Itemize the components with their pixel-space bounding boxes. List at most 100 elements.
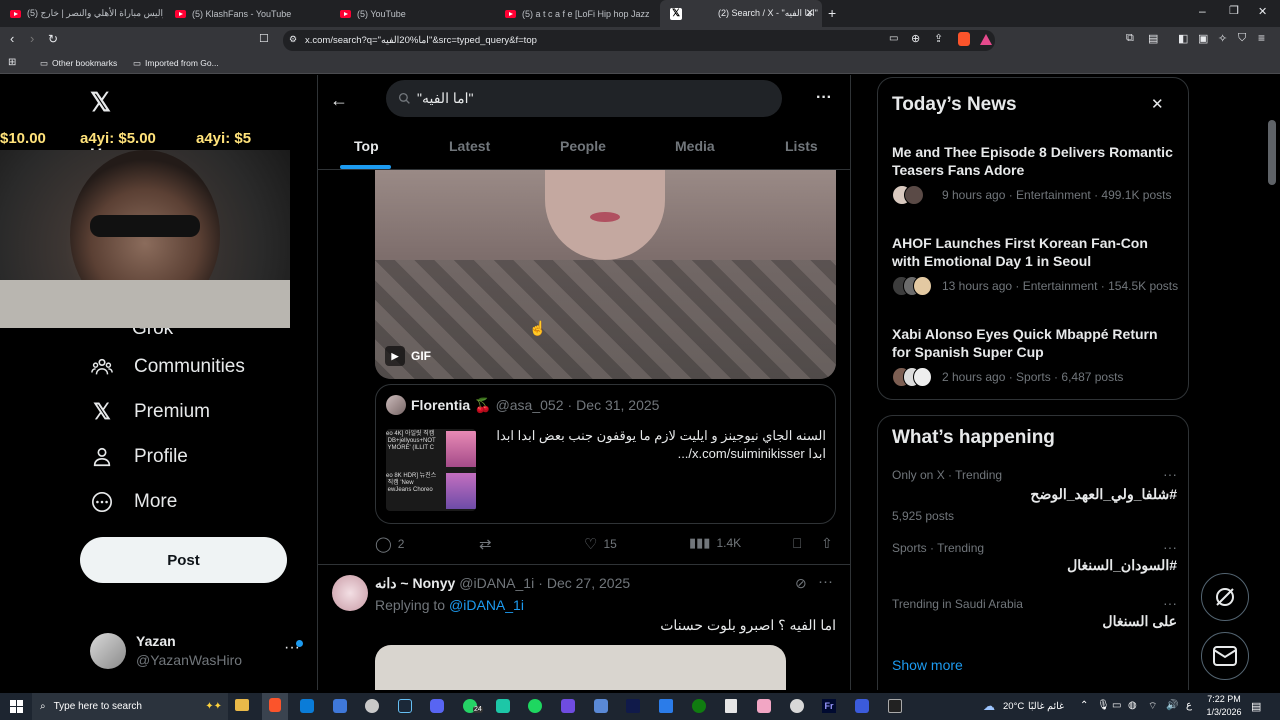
tab-search-icon[interactable]: ▤ [1148, 32, 1158, 45]
tab-latest[interactable]: Latest [449, 138, 490, 154]
trend-more-icon[interactable]: ··· [1163, 539, 1177, 555]
sidebar-item-communities[interactable]: Communities [90, 355, 245, 379]
app-icon[interactable] [855, 699, 869, 713]
brave-rewards-icon[interactable] [980, 34, 992, 45]
app-icon[interactable] [561, 699, 575, 713]
clock-date[interactable]: 1/3/2026 [1203, 707, 1245, 717]
tweet-author-name[interactable]: دانه ~ Nonyy [375, 575, 455, 592]
tab-media[interactable]: Media [675, 138, 715, 154]
vpn-icon[interactable]: ⛉ [1238, 32, 1246, 45]
xbox-icon[interactable] [692, 699, 706, 713]
views-button[interactable]: ▮▮▮ 1.4K [689, 535, 741, 551]
app-icon[interactable] [790, 699, 804, 713]
forward-icon[interactable]: › [30, 31, 34, 46]
leo-ai-icon[interactable]: ✧ [1218, 32, 1227, 45]
close-window-icon[interactable]: ✕ [1258, 5, 1267, 18]
app-tray-icon[interactable]: ◍ [1128, 700, 1137, 711]
cast-icon[interactable]: ▭ [889, 33, 898, 44]
trend-item[interactable]: Sports · Trending ··· #السودان_السنغال [892, 539, 1177, 574]
reply-button[interactable]: ◯ 2 [375, 535, 404, 553]
app-icon[interactable] [333, 699, 347, 713]
browser-tab[interactable]: (5) YouTube [330, 0, 493, 27]
minimize-icon[interactable]: – [1199, 4, 1206, 18]
messages-float-button[interactable] [1201, 632, 1249, 680]
app-icon[interactable] [594, 699, 608, 713]
sidebar-item-more[interactable]: More [90, 490, 177, 514]
trend-item[interactable]: Only on X · Trending ··· #شلفا_ولي_العهد… [892, 466, 1177, 523]
page-scrollbar[interactable] [1268, 120, 1276, 185]
browser-tab-active[interactable]: 𝕏 (2) Search / X - "اما الفيه" ✕ [660, 0, 822, 27]
volume-icon[interactable]: 🔊 [1166, 700, 1178, 711]
network-icon[interactable]: ▭ [1112, 700, 1121, 711]
quote-thumbnail[interactable]: eo 4K] 아일릿 직캠 DB+jellyous+NOT YMORE' (IL… [386, 429, 476, 511]
close-tab-icon[interactable]: ✕ [806, 8, 814, 19]
back-arrow-icon[interactable]: ← [330, 90, 348, 111]
retweet-icon[interactable]: ⇄ [479, 535, 492, 553]
app-icon[interactable] [365, 699, 379, 713]
share-icon[interactable]: ⇪ [934, 32, 943, 45]
quote-tweet[interactable]: Florentia 🍒 @asa_052 · Dec 31, 2025 eo 4… [375, 384, 836, 524]
bookmark-other[interactable]: ▭ Other bookmarks [40, 58, 117, 69]
fresco-icon[interactable]: Fr [822, 699, 836, 713]
browser-tab[interactable]: (5) كواليس مباراة الأهلي والنصر | خارج [0, 0, 163, 27]
discord-icon[interactable] [430, 699, 444, 713]
tab-top[interactable]: Top [354, 138, 379, 154]
wallet-icon[interactable]: ▣ [1198, 32, 1208, 45]
file-explorer-icon[interactable] [235, 699, 249, 711]
close-news-icon[interactable]: ✕ [1151, 95, 1164, 113]
x-logo[interactable]: 𝕏 [90, 87, 111, 118]
sidebar-item-profile[interactable]: Profile [90, 445, 188, 469]
store-icon[interactable] [300, 699, 314, 713]
site-info-icon[interactable]: ⚙ [289, 34, 297, 45]
post-button[interactable]: Post [80, 537, 287, 583]
app-icon[interactable] [626, 699, 640, 713]
app-icon[interactable] [888, 699, 902, 713]
new-tab-icon[interactable]: + [828, 5, 836, 21]
news-item[interactable]: Me and Thee Episode 8 Delivers Romantic … [892, 143, 1177, 205]
sidebar-icon[interactable]: ◧ [1178, 32, 1188, 45]
back-icon[interactable]: ‹ [10, 31, 14, 46]
mic-icon[interactable]: 🎙 [1097, 700, 1110, 711]
weather-temp[interactable]: 20°C [1003, 701, 1024, 712]
like-button[interactable]: ♡ 15 [584, 535, 617, 553]
windows-start-icon[interactable] [10, 700, 23, 713]
notification-center-icon[interactable]: ▤ [1251, 700, 1261, 713]
taskbar-search[interactable]: ⌕ Type here to search ✦✦ [32, 693, 228, 720]
trend-more-icon[interactable]: ··· [1163, 595, 1177, 611]
grok-icon[interactable]: ⊘ [795, 575, 807, 592]
wifi-icon[interactable]: ⌔ [1148, 700, 1157, 713]
extensions-icon[interactable]: ⧉ [1126, 32, 1134, 45]
tray-chevron-icon[interactable]: ⌃ [1080, 700, 1088, 711]
taskbar-active-app[interactable] [262, 693, 288, 720]
reload-icon[interactable]: ↻ [48, 32, 58, 46]
language-indicator[interactable]: ع [1186, 700, 1192, 711]
news-item[interactable]: AHOF Launches First Korean Fan-Con with … [892, 234, 1178, 296]
share-icon[interactable]: ⇧ [821, 535, 833, 552]
bookmark-icon[interactable]: ⎕ [793, 535, 801, 552]
gif-badge[interactable]: ▶ GIF [385, 346, 431, 366]
tweet-more-icon[interactable]: ··· [818, 573, 833, 590]
show-more-link[interactable]: Show more [892, 657, 963, 673]
notepad-icon[interactable] [725, 699, 737, 713]
grok-float-button[interactable] [1201, 573, 1249, 621]
tab-lists[interactable]: Lists [785, 138, 818, 154]
tweet-image[interactable] [375, 645, 786, 690]
search-options-icon[interactable]: ··· [816, 89, 832, 107]
spotify-icon[interactable] [528, 699, 542, 713]
brave-shield-icon[interactable] [958, 32, 970, 46]
replying-to-link[interactable]: @iDANA_1i [449, 597, 524, 613]
browser-tab[interactable]: (5) KlashFans - YouTube [165, 0, 328, 27]
app-icon[interactable] [659, 699, 673, 713]
account-switcher[interactable]: Yazan @YazanWasHiro ··· [80, 625, 310, 677]
bookmark-imported[interactable]: ▭ Imported from Go... [133, 58, 219, 69]
news-item[interactable]: Xabi Alonso Eyes Quick Mbappé Return for… [892, 325, 1177, 387]
search-input[interactable]: "اما الفيه" [386, 80, 782, 117]
trend-item[interactable]: Trending in Saudi Arabia ··· على السنغال [892, 595, 1177, 630]
steam-icon[interactable] [398, 699, 412, 713]
tweet-author-handle[interactable]: @iDANA_1i [459, 575, 534, 592]
menu-icon[interactable]: ≡ [1258, 31, 1265, 45]
zoom-icon[interactable]: ⊕ [911, 32, 920, 45]
sidebar-item-premium[interactable]: 𝕏 Premium [90, 399, 210, 424]
tab-people[interactable]: People [560, 138, 606, 154]
restore-icon[interactable]: ❐ [1229, 4, 1239, 17]
